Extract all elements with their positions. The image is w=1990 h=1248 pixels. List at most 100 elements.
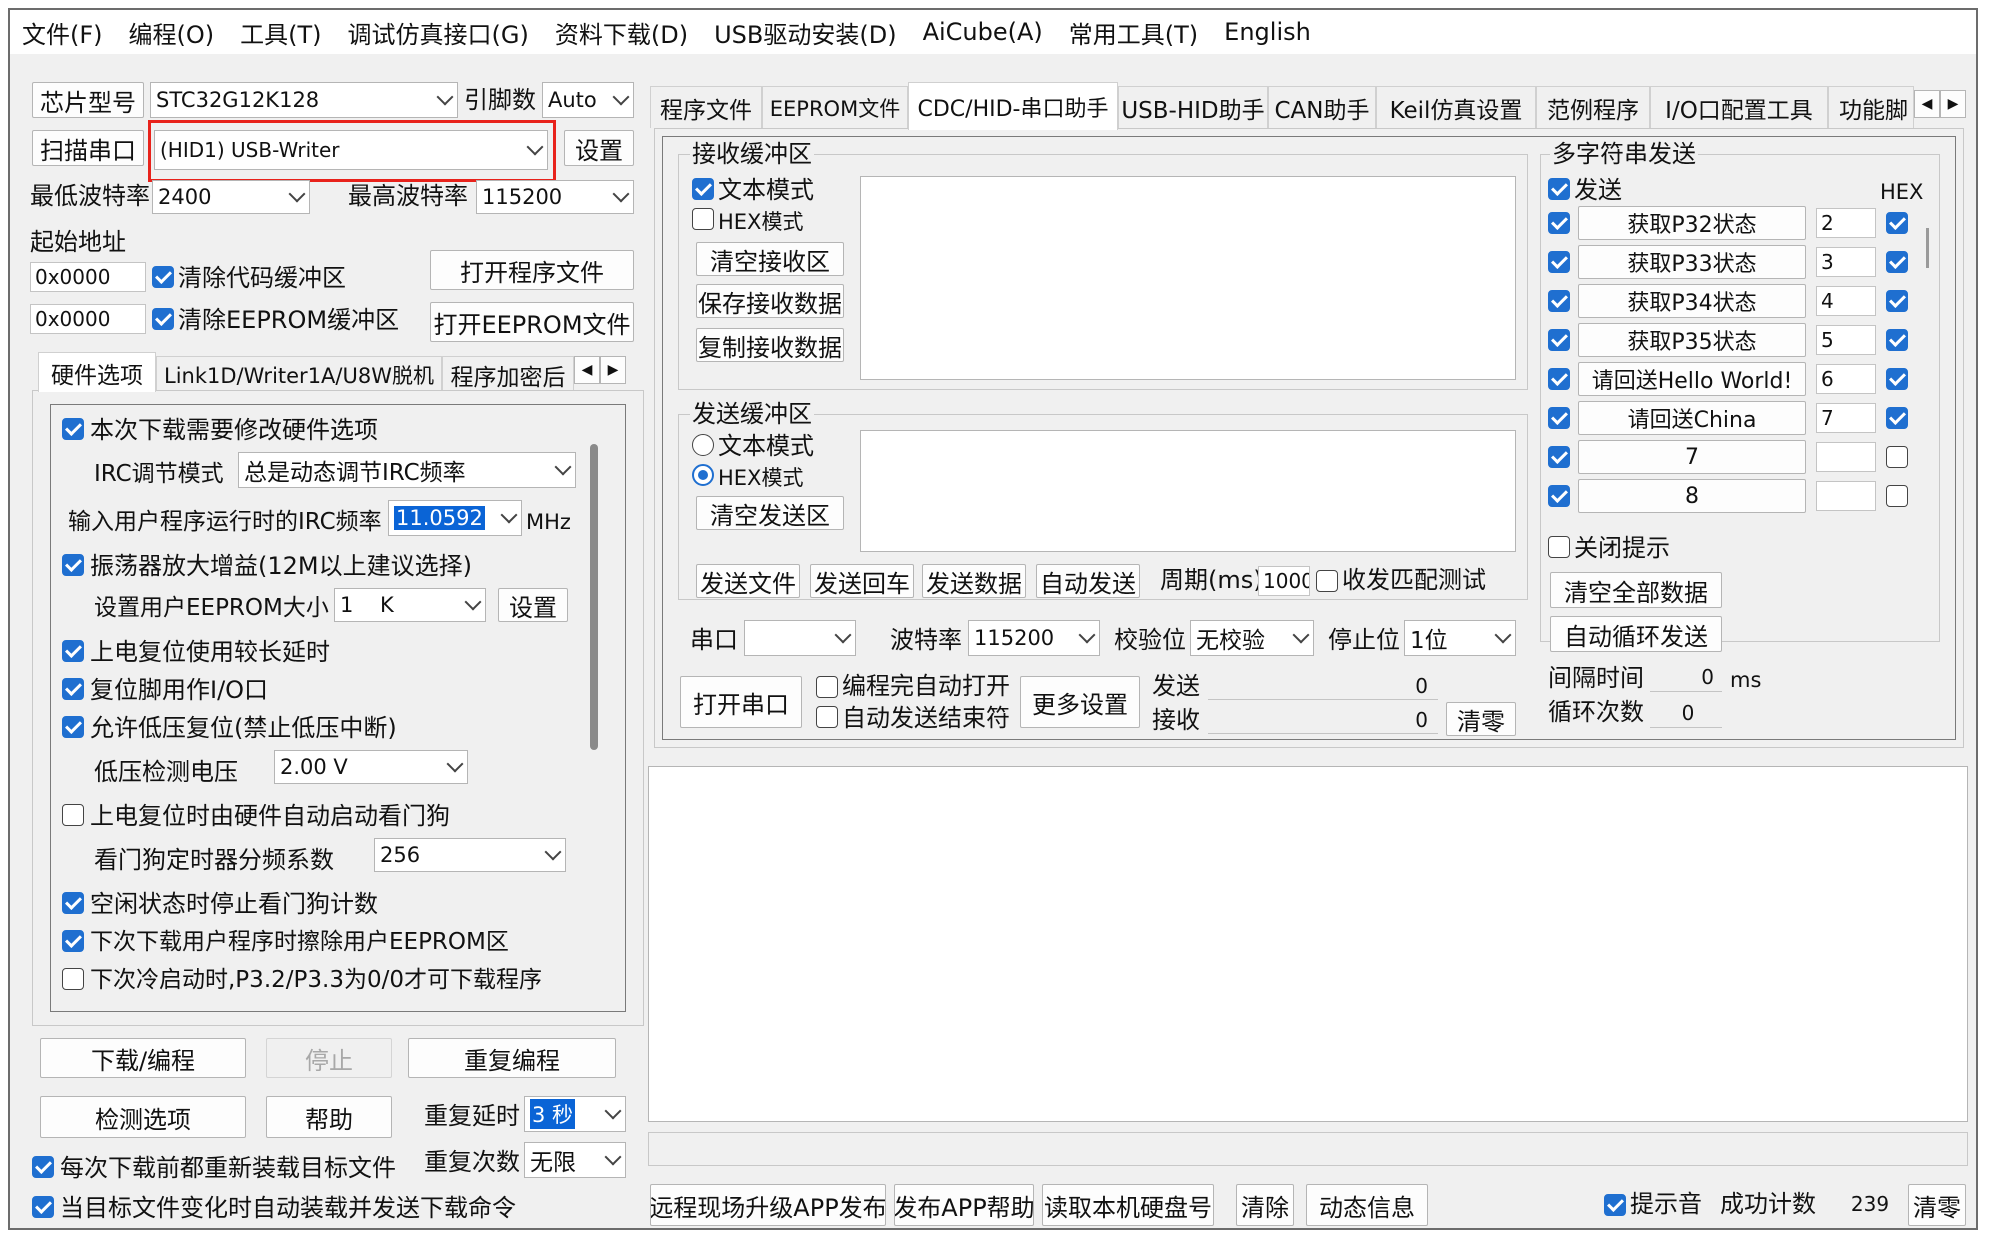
auto-close-checkbox[interactable] <box>816 706 838 728</box>
multi-row-hex-checkbox[interactable] <box>1886 446 1908 468</box>
multi-row-hex-checkbox[interactable] <box>1886 329 1908 351</box>
copy-recv-button[interactable]: 复制接收数据 <box>696 328 844 362</box>
max-baud-select[interactable]: 115200 <box>476 180 634 214</box>
send-file-button[interactable]: 发送文件 <box>696 564 800 598</box>
multi-row-send-checkbox[interactable] <box>1548 446 1570 468</box>
multi-row-shortcut-input[interactable]: 4 <box>1816 286 1876 316</box>
tab-program-file[interactable]: 程序文件 <box>650 86 762 128</box>
help-button[interactable]: 帮助 <box>266 1096 392 1138</box>
reset-io-checkbox[interactable] <box>62 678 84 700</box>
wdt-auto-checkbox[interactable] <box>62 804 84 826</box>
auto-send-button[interactable]: 自动发送 <box>1036 564 1140 598</box>
auto-reload-checkbox[interactable] <box>32 1196 54 1218</box>
irc-freq-select[interactable]: 11.0592 <box>388 500 522 536</box>
remote-upgrade-button[interactable]: 远程现场升级APP发布 <box>650 1184 886 1226</box>
more-settings-button[interactable]: 更多设置 <box>1020 676 1140 728</box>
serial-port-select[interactable] <box>744 620 856 656</box>
send-text-mode-radio[interactable] <box>692 434 714 456</box>
period-input[interactable]: 1000 <box>1258 566 1310 596</box>
tab-scroll-left-icon[interactable]: ◀ <box>574 356 600 384</box>
match-test-checkbox[interactable] <box>1316 570 1338 592</box>
menu-tools[interactable]: 工具(T) <box>240 15 321 50</box>
eeprom-size-select[interactable]: 1 K <box>334 588 486 622</box>
send-textarea[interactable] <box>860 430 1516 552</box>
multi-row-hex-checkbox[interactable] <box>1886 485 1908 507</box>
recv-text-mode-checkbox[interactable] <box>692 178 714 200</box>
multi-row-send-checkbox[interactable] <box>1548 407 1570 429</box>
multi-row-string-button[interactable]: 获取P33状态 <box>1578 245 1806 279</box>
publish-help-button[interactable]: 发布APP帮助 <box>894 1184 1034 1226</box>
port-select[interactable]: (HID1) USB-Writer <box>154 130 548 170</box>
auto-loop-button[interactable]: 自动循环发送 <box>1550 616 1722 652</box>
auto-open-checkbox[interactable] <box>816 676 838 698</box>
save-recv-button[interactable]: 保存接收数据 <box>696 284 844 318</box>
stop-button[interactable]: 停止 <box>266 1038 392 1078</box>
send-hex-mode-radio[interactable] <box>692 464 714 486</box>
multi-row-send-checkbox[interactable] <box>1548 329 1570 351</box>
reprogram-button[interactable]: 重复编程 <box>408 1038 616 1078</box>
pins-select[interactable]: Auto <box>542 82 634 118</box>
multi-row-send-checkbox[interactable] <box>1548 485 1570 507</box>
menu-aicube[interactable]: AiCube(A) <box>923 18 1043 46</box>
multi-row-string-button[interactable]: 8 <box>1578 479 1806 513</box>
multi-row-string-button[interactable]: 7 <box>1578 440 1806 474</box>
multi-row-string-button[interactable]: 获取P32状态 <box>1578 206 1806 240</box>
clear-log-button[interactable]: 清除 <box>1236 1184 1294 1226</box>
stop-bits-select[interactable]: 1位 <box>1404 620 1516 656</box>
beep-checkbox[interactable] <box>1604 1194 1626 1216</box>
long-delay-checkbox[interactable] <box>62 640 84 662</box>
recv-textarea[interactable] <box>860 176 1516 380</box>
wdt-idle-checkbox[interactable] <box>62 892 84 914</box>
multi-scrollbar[interactable] <box>1926 228 1929 268</box>
multi-row-send-checkbox[interactable] <box>1548 290 1570 312</box>
output-log-area[interactable] <box>648 766 1968 1122</box>
close-tip-checkbox[interactable] <box>1548 536 1570 558</box>
recv-hex-mode-checkbox[interactable] <box>692 208 714 230</box>
open-port-button[interactable]: 打开串口 <box>680 676 802 728</box>
clear-counts-button[interactable]: 清零 <box>1446 702 1516 736</box>
download-button[interactable]: 下载/编程 <box>40 1038 246 1078</box>
clear-all-button[interactable]: 清空全部数据 <box>1550 572 1722 608</box>
parity-select[interactable]: 无校验 <box>1190 620 1314 656</box>
osc-gain-checkbox[interactable] <box>62 554 84 576</box>
reset-count-button[interactable]: 清零 <box>1908 1184 1966 1226</box>
tab-examples[interactable]: 范例程序 <box>1536 86 1650 128</box>
eeprom-size-set-button[interactable]: 设置 <box>498 588 568 622</box>
eeprom-address-input[interactable]: 0x0000 <box>30 304 146 334</box>
multi-row-hex-checkbox[interactable] <box>1886 290 1908 312</box>
multi-row-shortcut-input[interactable]: 3 <box>1816 247 1876 277</box>
multi-row-send-checkbox[interactable] <box>1548 368 1570 390</box>
tab-usb-hid[interactable]: USB-HID助手 <box>1118 86 1268 128</box>
read-disk-button[interactable]: 读取本机硬盘号 <box>1042 1184 1214 1226</box>
tab-keil[interactable]: Keil仿真设置 <box>1376 86 1536 128</box>
tab-offline[interactable]: Link1D/Writer1A/U8W脱机 <box>156 356 442 392</box>
multi-row-shortcut-input[interactable]: 2 <box>1816 208 1876 238</box>
multi-row-hex-checkbox[interactable] <box>1886 407 1908 429</box>
irc-mode-select[interactable]: 总是动态调节IRC频率 <box>238 452 576 488</box>
min-baud-select[interactable]: 2400 <box>152 180 310 214</box>
open-eeprom-button[interactable]: 打开EEPROM文件 <box>430 302 634 342</box>
menu-downloads[interactable]: 资料下载(D) <box>555 15 688 50</box>
tab-function-pins[interactable]: 功能脚 <box>1828 86 1914 128</box>
reload-checkbox[interactable] <box>32 1156 54 1178</box>
tab-hardware[interactable]: 硬件选项 <box>38 352 156 392</box>
chip-select[interactable]: STC32G12K128 <box>150 82 458 118</box>
tab-cdc-hid-serial[interactable]: CDC/HID-串口助手 <box>908 82 1118 130</box>
tab-encrypt[interactable]: 程序加密后 <box>442 356 574 392</box>
scan-port-button[interactable]: 扫描串口 <box>32 130 144 166</box>
tab-scroll-right-icon[interactable]: ▶ <box>600 356 626 384</box>
multi-row-shortcut-input[interactable] <box>1816 442 1876 472</box>
multi-row-shortcut-input[interactable]: 5 <box>1816 325 1876 355</box>
multi-row-send-checkbox[interactable] <box>1548 212 1570 234</box>
multi-row-hex-checkbox[interactable] <box>1886 368 1908 390</box>
clear-eeprom-checkbox[interactable] <box>152 308 174 330</box>
menu-common-tools[interactable]: 常用工具(T) <box>1069 15 1198 50</box>
right-tab-scroll-right-icon[interactable]: ▶ <box>1940 90 1966 118</box>
wdt-div-select[interactable]: 256 <box>374 838 566 872</box>
menu-debug[interactable]: 调试仿真接口(G) <box>348 15 529 50</box>
p32-checkbox[interactable] <box>62 968 84 990</box>
multi-row-shortcut-input[interactable]: 7 <box>1816 403 1876 433</box>
clear-send-button[interactable]: 清空发送区 <box>696 496 844 530</box>
open-program-button[interactable]: 打开程序文件 <box>430 250 634 290</box>
baud-select[interactable]: 115200 <box>968 620 1100 656</box>
